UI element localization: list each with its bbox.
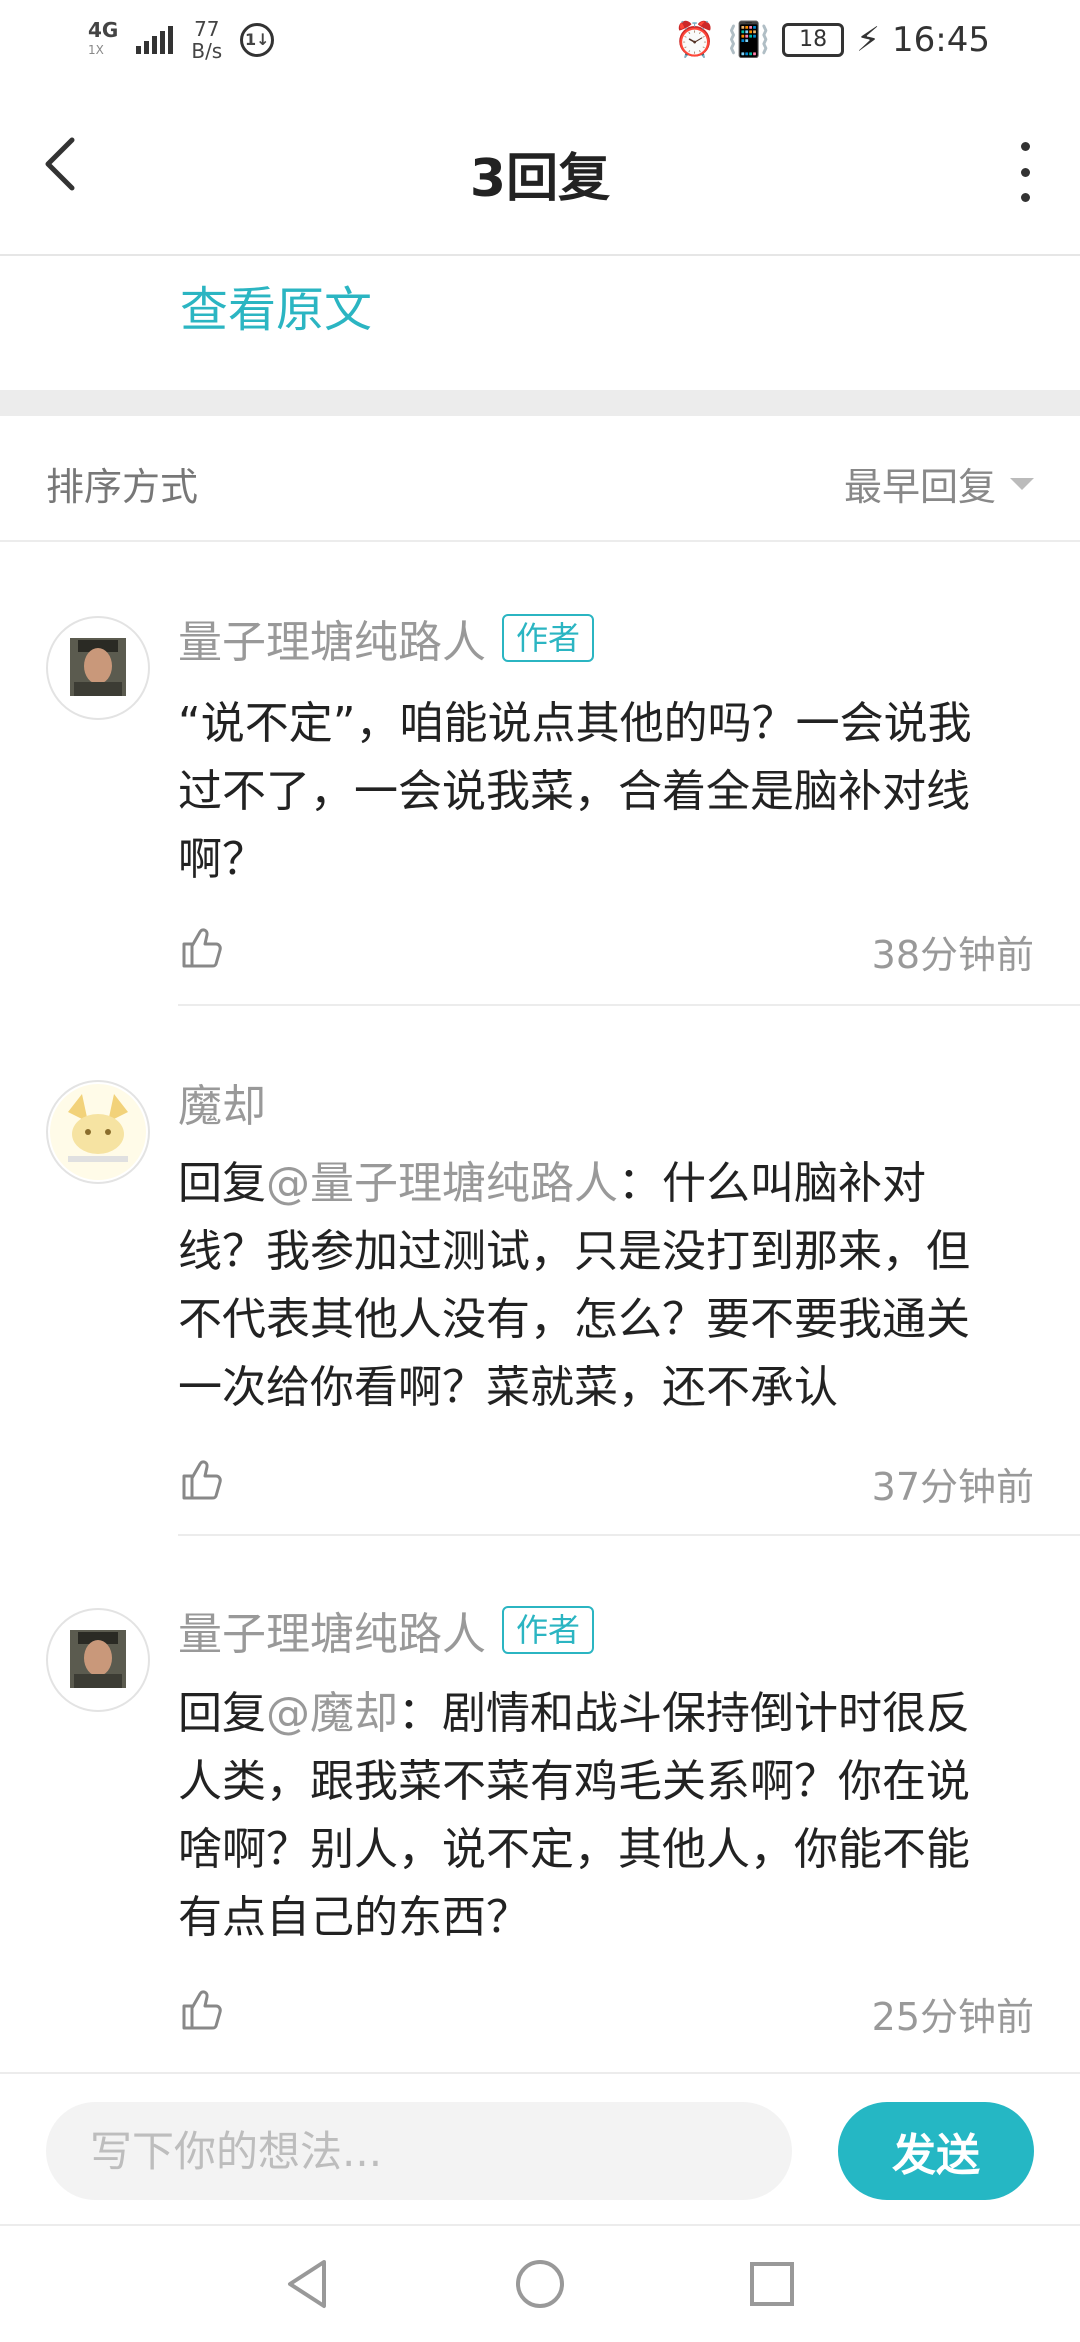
alarm-icon: ⏰ xyxy=(673,20,716,60)
nav-back-icon[interactable] xyxy=(278,2254,338,2314)
divider xyxy=(178,1534,1080,1536)
name-row: 量子理塘纯路人 作者 xyxy=(178,1598,595,1662)
sort-label: 排序方式 xyxy=(46,465,199,509)
avatar[interactable] xyxy=(46,616,150,720)
signal-icon xyxy=(136,26,174,54)
nav-recents-icon[interactable] xyxy=(742,2254,802,2314)
sort-dropdown[interactable]: 最早回复 xyxy=(844,456,1034,511)
like-icon[interactable] xyxy=(178,924,224,970)
avatar[interactable] xyxy=(46,1608,150,1712)
charging-icon: ⚡ xyxy=(856,20,881,60)
reply-input[interactable] xyxy=(46,2102,792,2200)
username[interactable]: 量子理塘纯路人 xyxy=(178,1598,486,1662)
comment-text: “说不定”，咱能说点其他的吗？一会说我过不了，一会说我菜，合着全是脑补对线啊？ xyxy=(178,698,972,885)
comment-time: 37分钟前 xyxy=(871,1465,1034,1509)
page-title: 3回复 xyxy=(469,149,611,209)
battery-icon: 18 xyxy=(782,23,845,57)
comment-time: 38分钟前 xyxy=(871,933,1034,977)
nav-home-icon[interactable] xyxy=(510,2254,570,2314)
author-badge: 作者 xyxy=(502,614,595,662)
network-speed: 77 B/s xyxy=(191,17,223,63)
username[interactable]: 魔却 xyxy=(178,1070,266,1134)
like-icon[interactable] xyxy=(178,1456,224,1502)
sort-row: 排序方式 最早回复 xyxy=(0,416,1080,542)
status-left: 4G 1X 77 B/s 1↓ xyxy=(88,17,275,63)
clock: 16:45 xyxy=(892,20,990,60)
comment-text: 回复@魔却：剧情和战斗保持倒计时很反人类，跟我菜不菜有鸡毛关系啊？你在说啥啊？别… xyxy=(178,1688,970,1943)
divider xyxy=(178,1004,1080,1006)
status-right: ⏰ 📳 18 ⚡ 16:45 xyxy=(673,20,990,60)
data-saver-icon: 1↓ xyxy=(240,23,275,57)
view-original-link[interactable]: 查看原文 xyxy=(180,270,372,340)
reply-input-bar: 发送 xyxy=(0,2072,1080,2226)
vibrate-icon: 📳 xyxy=(727,20,771,60)
network-type: 4G 1X xyxy=(88,18,119,57)
avatar[interactable] xyxy=(46,1080,150,1184)
comment-text: 回复@量子理塘纯路人：什么叫脑补对线？我参加过测试，只是没打到那来，但不代表其他… xyxy=(178,1158,970,1413)
status-bar: 4G 1X 77 B/s 1↓ ⏰ 📳 18 ⚡ 16:45 xyxy=(0,0,1080,84)
mention-link[interactable]: @量子理塘纯路人 xyxy=(266,1158,618,1209)
top-app-bar: 3回复 xyxy=(0,84,1080,256)
section-divider xyxy=(0,390,1080,416)
more-options-button[interactable] xyxy=(1010,142,1040,202)
send-button[interactable]: 发送 xyxy=(838,2102,1034,2200)
more-dots-icon xyxy=(1020,142,1030,151)
author-badge: 作者 xyxy=(502,1606,595,1654)
caret-down-icon xyxy=(1010,477,1034,490)
mention-link[interactable]: @魔却 xyxy=(266,1688,398,1739)
name-row: 魔却 xyxy=(178,1070,266,1134)
comment-time: 25分钟前 xyxy=(871,1995,1034,2039)
system-nav-bar xyxy=(0,2224,1080,2342)
name-row: 量子理塘纯路人 作者 xyxy=(178,606,595,670)
username[interactable]: 量子理塘纯路人 xyxy=(178,606,486,670)
sort-value: 最早回复 xyxy=(843,465,996,509)
like-icon[interactable] xyxy=(178,1986,224,2032)
